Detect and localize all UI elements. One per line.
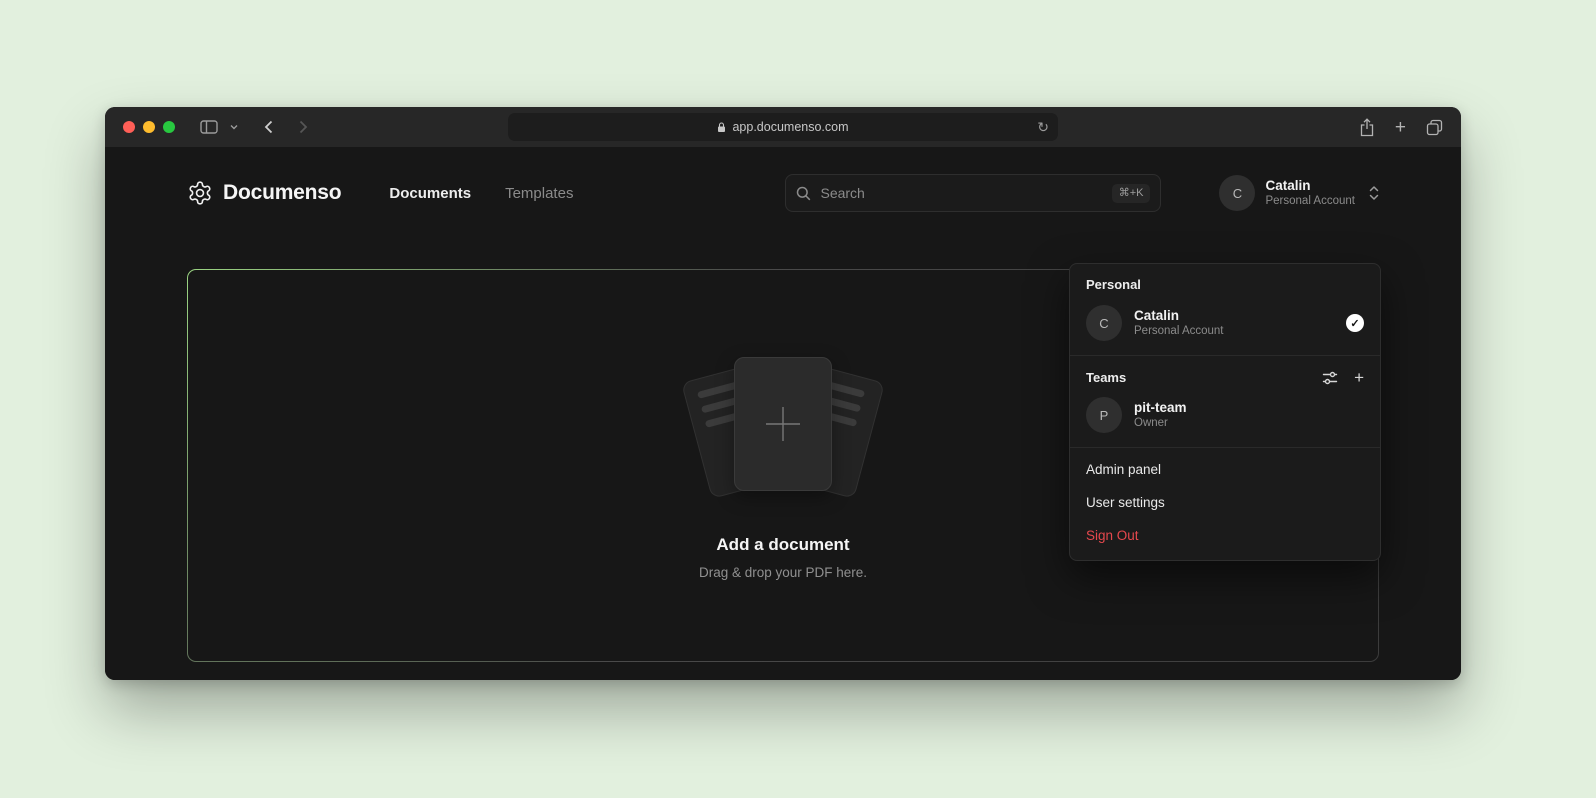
teams-section-header: Teams + xyxy=(1070,356,1380,395)
sidebar-toggle-icon[interactable] xyxy=(197,117,221,137)
account-type: Personal Account xyxy=(1265,194,1355,209)
personal-section-label: Personal xyxy=(1070,264,1380,300)
lock-icon xyxy=(717,122,726,133)
stacked-documents-illustration xyxy=(673,351,893,503)
browser-titlebar: app.documenso.com ↻ + xyxy=(105,107,1461,147)
refresh-icon[interactable]: ↻ xyxy=(1037,120,1049,134)
browser-toolbar-right: + xyxy=(1359,107,1443,147)
address-bar[interactable]: app.documenso.com ↻ xyxy=(508,113,1058,141)
search-input[interactable] xyxy=(820,185,1102,201)
dropzone-subtitle: Drag & drop your PDF here. xyxy=(699,565,867,580)
search-shortcut-badge: ⌘+K xyxy=(1112,184,1151,203)
account-avatar: C xyxy=(1219,175,1255,211)
tab-overview-icon[interactable] xyxy=(1426,119,1443,136)
new-tab-icon[interactable]: + xyxy=(1395,118,1406,137)
nav-item-documents[interactable]: Documents xyxy=(389,185,471,202)
selected-check-icon: ✓ xyxy=(1346,314,1364,332)
account-name: Catalin xyxy=(1265,177,1355,195)
documenso-logo-icon xyxy=(187,180,213,206)
teams-section-actions: + xyxy=(1322,369,1364,386)
manage-teams-icon[interactable] xyxy=(1322,370,1338,386)
url-text: app.documenso.com xyxy=(732,120,848,134)
nav-item-templates[interactable]: Templates xyxy=(505,185,573,202)
team-name: pit-team xyxy=(1134,399,1364,417)
chevron-up-down-icon xyxy=(1369,185,1379,201)
personal-account-name: Catalin xyxy=(1134,307,1346,325)
menu-item-user-settings[interactable]: User settings xyxy=(1070,486,1380,519)
traffic-lights xyxy=(123,121,175,133)
forward-button-icon[interactable] xyxy=(296,117,311,137)
search-bar[interactable]: ⌘+K xyxy=(785,174,1161,212)
teams-section-label: Teams xyxy=(1086,370,1322,385)
brand-name: Documenso xyxy=(223,181,341,205)
menu-item-sign-out[interactable]: Sign Out xyxy=(1070,519,1380,552)
minimize-window-button[interactable] xyxy=(143,121,155,133)
back-button-icon[interactable] xyxy=(261,117,276,137)
main-nav: Documents Templates xyxy=(389,185,573,202)
team-meta: pit-team Owner xyxy=(1134,399,1364,431)
document-card-add xyxy=(734,357,832,491)
create-team-icon[interactable]: + xyxy=(1354,369,1364,386)
brand[interactable]: Documenso xyxy=(187,180,341,206)
tab-overview-chevron-icon[interactable] xyxy=(227,121,241,133)
personal-account-avatar: C xyxy=(1086,305,1122,341)
menu-item-admin-panel[interactable]: Admin panel xyxy=(1070,453,1380,486)
team-role: Owner xyxy=(1134,416,1364,431)
app-header: Documenso Documents Templates ⌘+K C xyxy=(187,147,1379,239)
dropzone-title: Add a document xyxy=(716,535,849,555)
browser-window: app.documenso.com ↻ + xyxy=(105,107,1461,680)
search-icon xyxy=(796,186,811,201)
plus-icon xyxy=(762,403,804,445)
share-icon[interactable] xyxy=(1359,118,1375,137)
app-content: Documenso Documents Templates ⌘+K C xyxy=(105,147,1461,680)
personal-account-type: Personal Account xyxy=(1134,324,1346,339)
account-menu-trigger[interactable]: C Catalin Personal Account xyxy=(1219,175,1379,211)
account-meta: Catalin Personal Account xyxy=(1265,177,1355,209)
personal-account-meta: Catalin Personal Account xyxy=(1134,307,1346,339)
personal-account-item[interactable]: C Catalin Personal Account ✓ xyxy=(1070,300,1380,355)
browser-nav-controls xyxy=(197,117,311,137)
team-avatar: P xyxy=(1086,397,1122,433)
zoom-window-button[interactable] xyxy=(163,121,175,133)
account-dropdown-menu: Personal C Catalin Personal Account ✓ Te… xyxy=(1069,263,1381,561)
team-item[interactable]: P pit-team Owner xyxy=(1070,395,1380,447)
menu-actions: Admin panel User settings Sign Out xyxy=(1070,448,1380,560)
close-window-button[interactable] xyxy=(123,121,135,133)
